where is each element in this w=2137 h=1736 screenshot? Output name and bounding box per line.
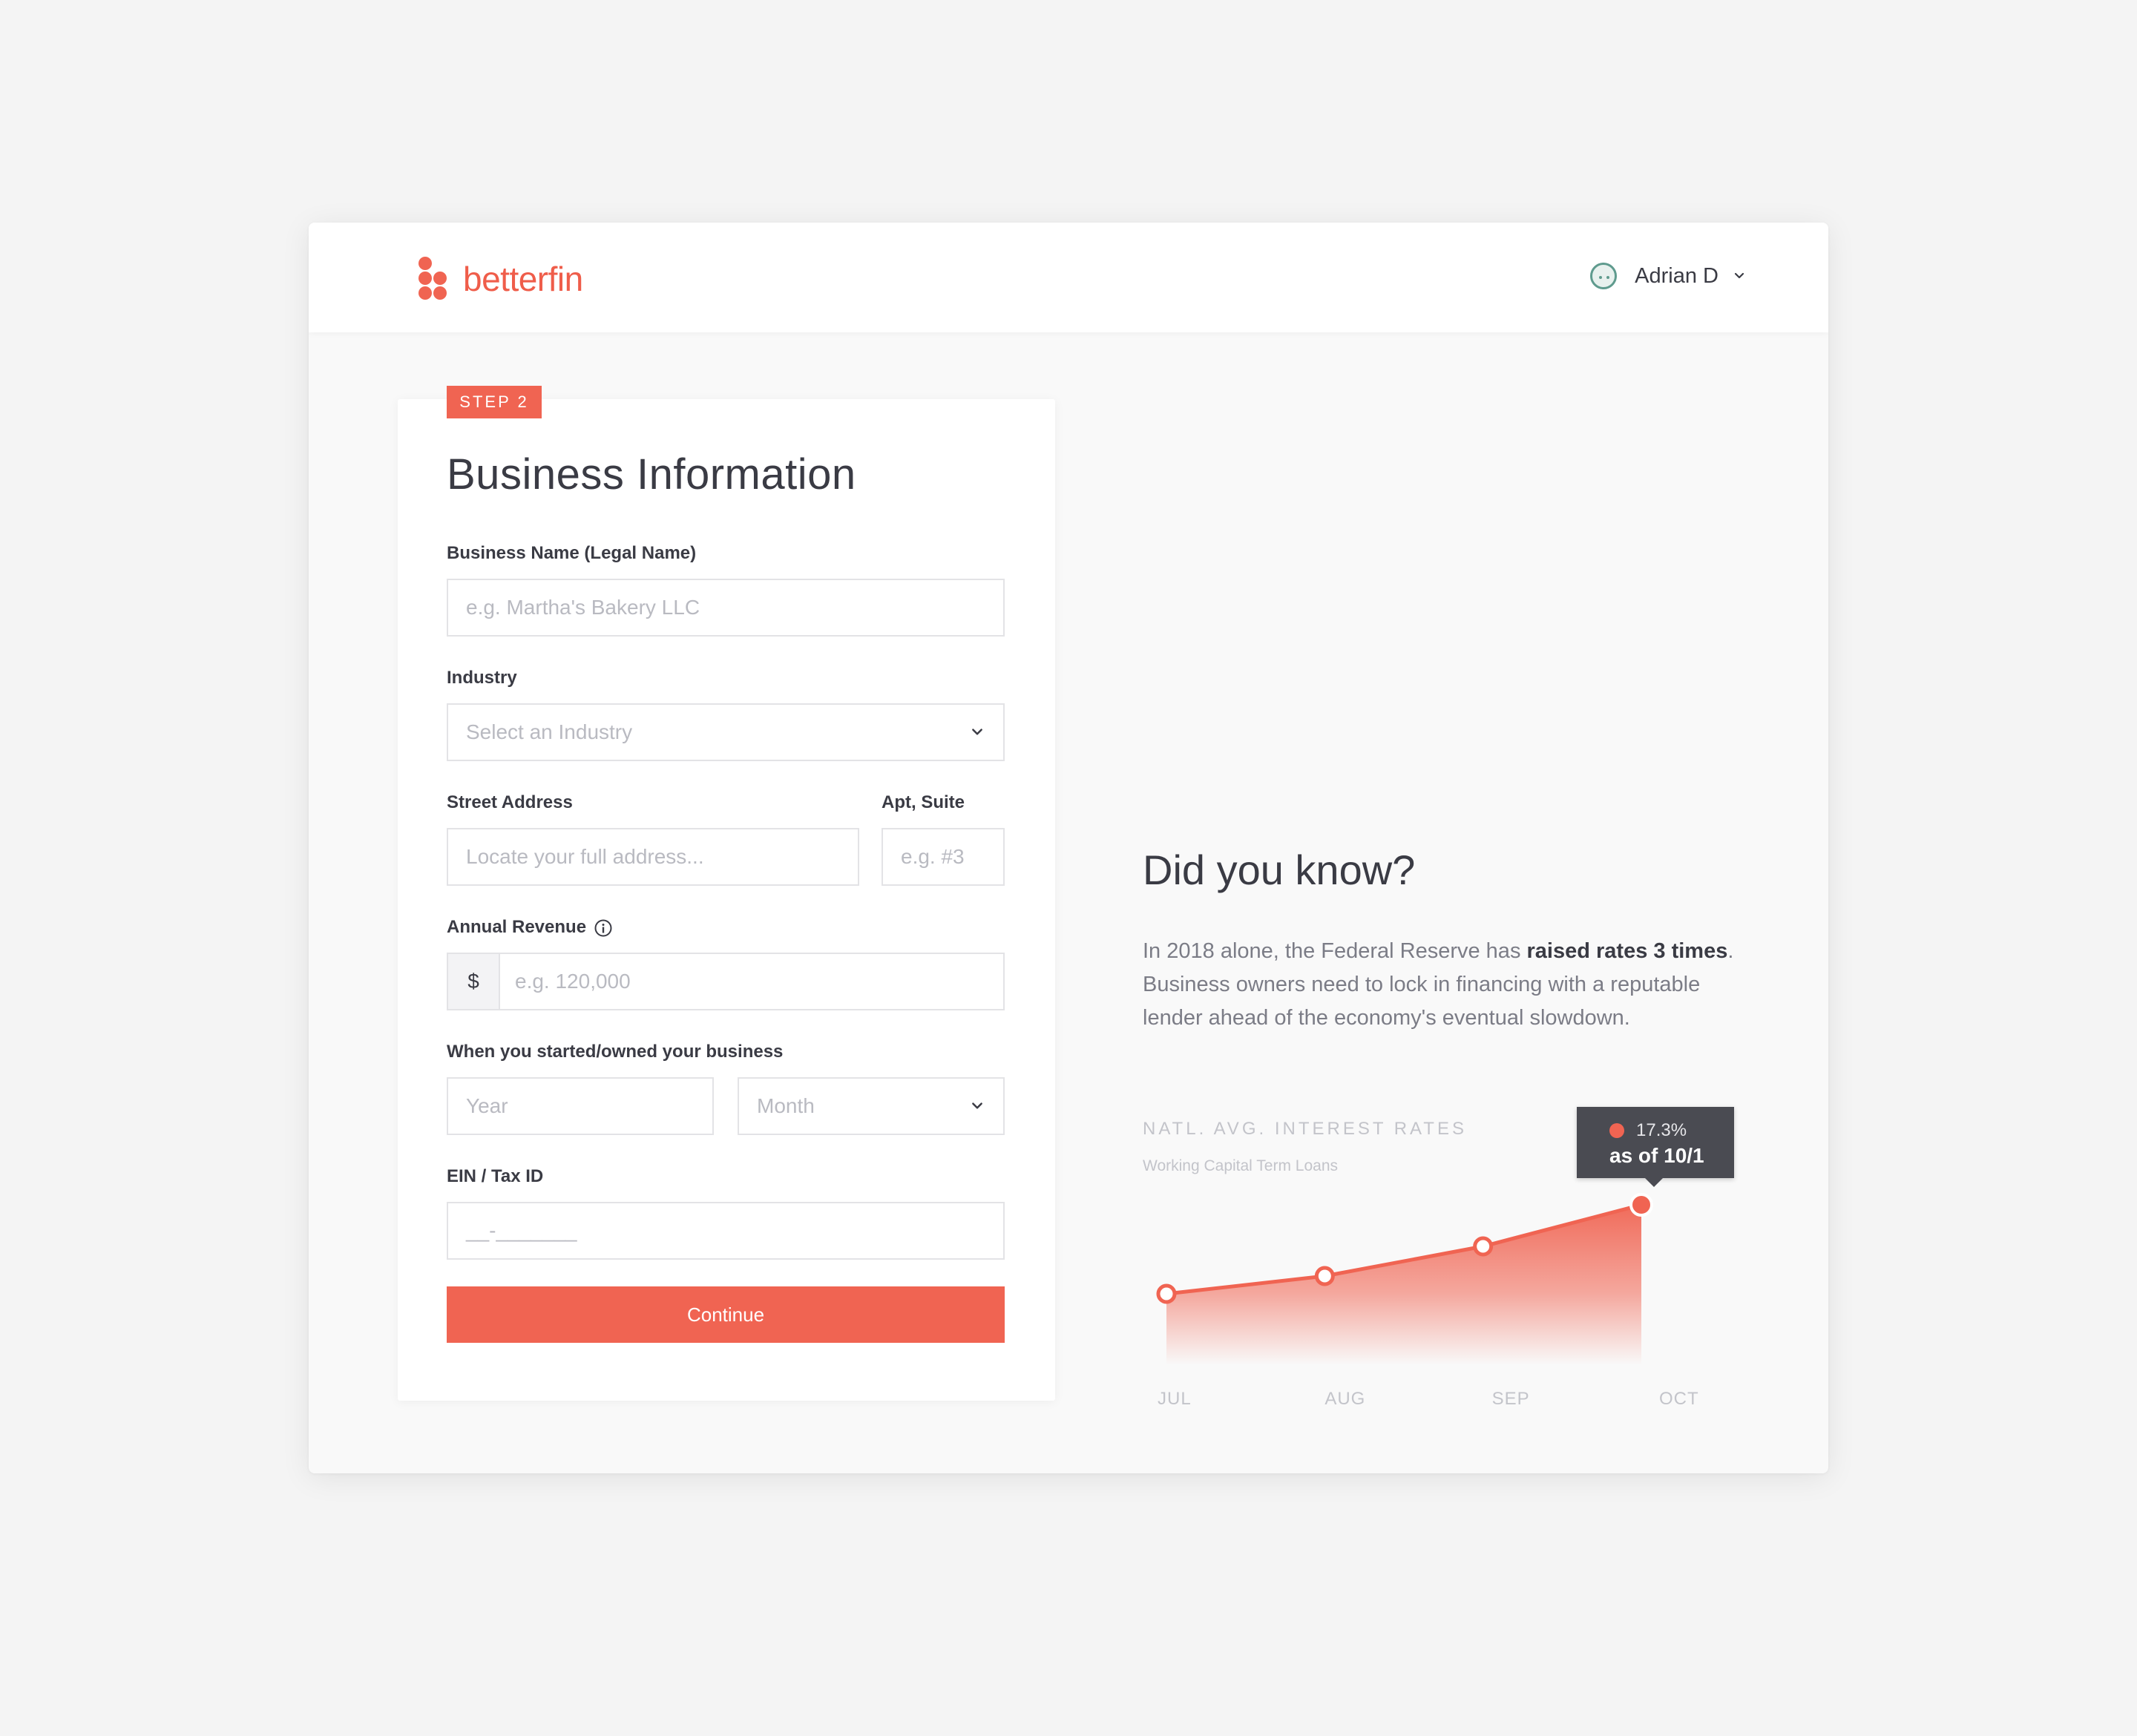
ein-input[interactable]: __-_______ <box>447 1202 1005 1260</box>
street-address-input[interactable]: Locate your full address... <box>447 828 859 886</box>
chart-tooltip: 17.3% as of 10/1 <box>1577 1107 1734 1187</box>
start-year-input[interactable]: Year <box>447 1077 714 1135</box>
chart-point-aug[interactable] <box>1314 1266 1335 1286</box>
apt-suite-placeholder: e.g. #3 <box>901 845 965 868</box>
user-menu[interactable]: Adrian D <box>1590 260 1745 292</box>
tooltip-dot-icon <box>1609 1123 1624 1138</box>
info-heading: Did you know? <box>1143 846 1416 893</box>
interest-rate-chart <box>1156 1193 1653 1365</box>
apt-suite-label: Apt, Suite <box>882 792 965 812</box>
currency-prefix: $ <box>448 954 500 1009</box>
chart-point-oct[interactable] <box>1629 1193 1653 1217</box>
street-address-placeholder: Locate your full address... <box>466 845 704 868</box>
user-avatar-icon <box>1590 263 1618 289</box>
info-text-bold: raised rates 3 times <box>1526 939 1728 963</box>
x-tick-label-aug: AUG <box>1324 1389 1366 1409</box>
chevron-down-icon <box>1734 272 1744 279</box>
chart-subtitle: Working Capital Term Loans <box>1143 1157 1339 1174</box>
business-start-label: When you started/owned your business <box>447 1042 784 1062</box>
industry-label: Industry <box>447 668 517 688</box>
x-tick-label-sep: SEP <box>1491 1389 1530 1409</box>
user-name: Adrian D <box>1635 263 1719 288</box>
continue-button[interactable]: Continue <box>447 1286 1005 1343</box>
logo-dots-icon <box>417 257 447 301</box>
step-badge: STEP 2 <box>447 386 542 418</box>
start-year-placeholder: Year <box>466 1094 508 1117</box>
ein-label: EIN / Tax ID <box>447 1166 544 1186</box>
annual-revenue-label: Annual Revenue <box>447 917 613 938</box>
industry-placeholder: Select an Industry <box>466 720 633 743</box>
business-name-input[interactable]: e.g. Martha's Bakery LLC <box>447 579 1005 637</box>
x-tick-label-jul: JUL <box>1158 1389 1192 1409</box>
chart-point-jul[interactable] <box>1156 1283 1177 1304</box>
info-icon[interactable] <box>594 918 613 938</box>
annual-revenue-input[interactable]: $ e.g. 120,000 <box>447 953 1005 1010</box>
start-month-select[interactable]: Month <box>738 1077 1005 1135</box>
tooltip-date: as of 10/1 <box>1609 1144 1704 1167</box>
chevron-down-icon <box>972 1102 982 1109</box>
business-name-placeholder: e.g. Martha's Bakery LLC <box>466 596 700 619</box>
app-window: betterfin Adrian D STEP 2 Business Infor… <box>309 223 1828 1473</box>
annual-revenue-placeholder: e.g. 120,000 <box>515 970 631 993</box>
tooltip-value: 17.3% <box>1636 1120 1687 1140</box>
top-navigation-bar: betterfin Adrian D <box>309 223 1828 332</box>
annual-revenue-label-text: Annual Revenue <box>447 917 587 937</box>
apt-suite-input[interactable]: e.g. #3 <box>882 828 1005 886</box>
street-address-label: Street Address <box>447 792 573 812</box>
business-name-label: Business Name (Legal Name) <box>447 543 697 563</box>
brand-name: betterfin <box>463 260 583 298</box>
industry-select[interactable]: Select an Industry <box>447 703 1005 761</box>
ein-placeholder: __-_______ <box>466 1219 577 1242</box>
chevron-down-icon <box>972 729 982 735</box>
info-text-before: In 2018 alone, the Federal Reserve has <box>1143 939 1527 963</box>
x-tick-label-oct: OCT <box>1659 1389 1699 1409</box>
brand-logo[interactable]: betterfin <box>417 257 583 301</box>
page-title: Business Information <box>447 450 856 499</box>
chart-title: NATL. AVG. INTEREST RATES <box>1143 1119 1467 1139</box>
info-paragraph: In 2018 alone, the Federal Reserve has r… <box>1143 935 1751 1035</box>
chart-point-sep[interactable] <box>1473 1236 1494 1257</box>
start-month-placeholder: Month <box>757 1094 815 1117</box>
